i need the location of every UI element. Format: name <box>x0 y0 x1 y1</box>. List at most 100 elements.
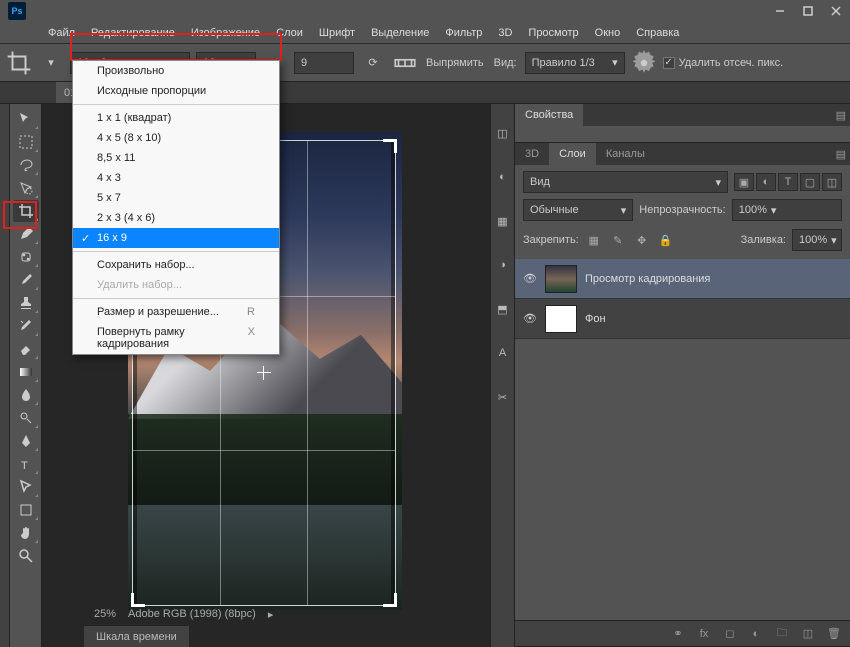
layer-name[interactable]: Просмотр кадрирования <box>585 273 710 285</box>
panel-menu-icon[interactable]: ▤ <box>836 148 846 161</box>
menu-layers[interactable]: Слои <box>268 22 311 43</box>
dock-tools-icon[interactable]: ✂ <box>494 388 512 406</box>
filter-type-icon[interactable]: T <box>778 173 798 191</box>
menu-select[interactable]: Выделение <box>363 22 437 43</box>
marquee-tool[interactable] <box>13 131 39 153</box>
layer-fx-icon[interactable]: fx <box>696 626 712 642</box>
crop-tool[interactable] <box>13 200 39 222</box>
ratio-option[interactable]: 4 x 3 <box>73 168 279 188</box>
ratio-option[interactable]: 8,5 x 11 <box>73 148 279 168</box>
menu-3d[interactable]: 3D <box>490 22 520 43</box>
zoom-tool[interactable] <box>13 545 39 567</box>
visibility-toggle-icon[interactable]: 👁 <box>515 272 545 285</box>
ratio-option[interactable]: 4 x 5 (8 x 10) <box>73 128 279 148</box>
timeline-panel-tab[interactable]: Шкала времени <box>84 625 189 647</box>
crop-options-gear-icon[interactable] <box>631 50 657 76</box>
lock-all-icon[interactable]: 🔒 <box>657 232 675 248</box>
crop-height-input[interactable]: 9 <box>294 52 354 74</box>
type-tool[interactable]: T <box>13 453 39 475</box>
adjustment-layer-icon[interactable]: ◐ <box>748 626 764 642</box>
eyedropper-tool[interactable] <box>13 223 39 245</box>
clear-ratio-icon[interactable]: ⟳ <box>360 50 386 76</box>
ratio-option[interactable]: 1 x 1 (квадрат) <box>73 108 279 128</box>
stamp-tool[interactable] <box>13 292 39 314</box>
menu-edit[interactable]: Редактирование <box>83 22 183 43</box>
menu-help[interactable]: Справка <box>628 22 687 43</box>
dock-styles-icon[interactable]: ⬒ <box>494 300 512 318</box>
filter-adjust-icon[interactable]: ◐ <box>756 173 776 191</box>
lasso-tool[interactable] <box>13 154 39 176</box>
close-button[interactable] <box>822 0 850 22</box>
ratio-option[interactable]: Произвольно <box>73 61 279 81</box>
menu-filter[interactable]: Фильтр <box>437 22 490 43</box>
link-layers-icon[interactable]: ⚭ <box>670 626 686 642</box>
lock-transparency-icon[interactable]: ▦ <box>585 232 603 248</box>
3d-tab[interactable]: 3D <box>515 143 549 165</box>
lock-pixels-icon[interactable]: ✎ <box>609 232 627 248</box>
size-resolution-option[interactable]: Размер и разрешение...R <box>73 302 279 322</box>
brush-tool[interactable] <box>13 269 39 291</box>
dock-adjustments-icon[interactable]: ◑ <box>494 256 512 274</box>
ratio-option[interactable]: Исходные пропорции <box>73 81 279 101</box>
path-select-tool[interactable] <box>13 476 39 498</box>
blur-tool[interactable] <box>13 384 39 406</box>
shape-tool[interactable] <box>13 499 39 521</box>
history-brush-tool[interactable] <box>13 315 39 337</box>
layer-item[interactable]: 👁 Фон <box>515 299 850 339</box>
svg-text:T: T <box>21 460 28 472</box>
new-layer-icon[interactable]: ◫ <box>800 626 816 642</box>
ratio-option[interactable]: 2 x 3 (4 x 6) <box>73 208 279 228</box>
rotate-crop-option[interactable]: Повернуть рамку кадрированияX <box>73 322 279 354</box>
menu-file[interactable]: Файл <box>40 22 83 43</box>
overlay-view-dropdown[interactable]: Правило 1/3▾ <box>525 52 625 74</box>
menu-image[interactable]: Изображение <box>183 22 268 43</box>
pen-tool[interactable] <box>13 430 39 452</box>
save-preset-option[interactable]: Сохранить набор... <box>73 255 279 275</box>
layer-thumbnail[interactable] <box>545 265 577 293</box>
layer-mask-icon[interactable]: ◻ <box>722 626 738 642</box>
dock-swatches-icon[interactable]: ▦ <box>494 212 512 230</box>
ratio-option-selected[interactable]: 16 x 9 <box>73 228 279 248</box>
maximize-button[interactable] <box>794 0 822 22</box>
ratio-option[interactable]: 5 x 7 <box>73 188 279 208</box>
delete-cropped-checkbox[interactable]: ✓ Удалить отсеч. пикс. <box>663 57 784 69</box>
panel-menu-icon[interactable]: ▤ <box>836 109 846 122</box>
gradient-tool[interactable] <box>13 361 39 383</box>
straighten-icon[interactable] <box>392 50 418 76</box>
layer-thumbnail[interactable] <box>545 305 577 333</box>
healing-tool[interactable] <box>13 246 39 268</box>
fill-input[interactable]: 100%▾ <box>792 229 842 251</box>
layer-item[interactable]: 👁 Просмотр кадрирования <box>515 259 850 299</box>
hand-tool[interactable] <box>13 522 39 544</box>
delete-layer-icon[interactable]: 🗑 <box>826 626 842 642</box>
blend-mode-select[interactable]: Обычные▾ <box>523 199 633 221</box>
opacity-input[interactable]: 100%▾ <box>732 199 842 221</box>
properties-tab[interactable]: Свойства <box>515 104 583 126</box>
delete-preset-option: Удалить набор... <box>73 275 279 295</box>
eraser-tool[interactable] <box>13 338 39 360</box>
zoom-level[interactable]: 25% <box>94 608 116 620</box>
layer-name[interactable]: Фон <box>585 313 606 325</box>
dock-brushes-icon[interactable]: A <box>494 344 512 362</box>
channels-tab[interactable]: Каналы <box>596 143 655 165</box>
filter-shape-icon[interactable]: ▢ <box>800 173 820 191</box>
color-profile[interactable]: Adobe RGB (1998) (8bpc) <box>128 608 256 620</box>
move-tool[interactable] <box>13 108 39 130</box>
visibility-toggle-icon[interactable]: 👁 <box>515 312 545 325</box>
tool-preset-dropdown[interactable]: ▾ <box>38 50 64 76</box>
menu-type[interactable]: Шрифт <box>311 22 363 43</box>
filter-pixel-icon[interactable]: ▣ <box>734 173 754 191</box>
layers-tab[interactable]: Слои <box>549 143 596 165</box>
layer-filter-kind[interactable]: Вид▾ <box>523 171 728 193</box>
quick-select-tool[interactable] <box>13 177 39 199</box>
minimize-button[interactable] <box>766 0 794 22</box>
dodge-tool[interactable] <box>13 407 39 429</box>
collapsed-left-panel[interactable] <box>0 104 10 647</box>
menu-window[interactable]: Окно <box>587 22 629 43</box>
group-layers-icon[interactable]: 🗀 <box>774 626 790 642</box>
dock-color-icon[interactable]: ◐ <box>494 168 512 186</box>
dock-history-icon[interactable]: ◫ <box>494 124 512 142</box>
lock-position-icon[interactable]: ✥ <box>633 232 651 248</box>
menu-view[interactable]: Просмотр <box>520 22 586 43</box>
filter-smart-icon[interactable]: ◫ <box>822 173 842 191</box>
